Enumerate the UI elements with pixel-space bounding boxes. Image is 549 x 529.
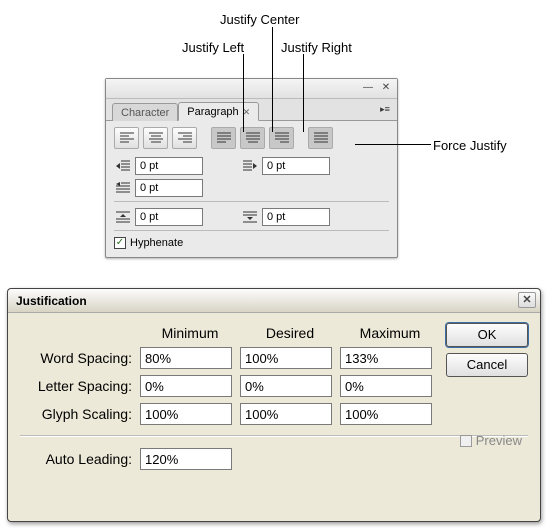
dialog-buttons: OK Cancel [446,323,528,377]
indent-row-2 [114,179,389,197]
divider [114,230,389,231]
tab-character[interactable]: Character [112,103,178,121]
space-after-icon [241,209,259,225]
justification-dialog: Justification ✕ OK Cancel Preview Minimu… [7,288,541,522]
panel-titlebar[interactable]: — ✕ [106,79,397,99]
space-row [114,208,389,226]
ok-button[interactable]: OK [446,323,528,347]
auto-leading-input[interactable] [140,448,232,470]
glyph-min-input[interactable] [140,403,232,425]
dialog-titlebar[interactable]: Justification ✕ [8,289,540,313]
paragraph-panel: — ✕ Character Paragraph✕ ▸≡ [105,78,398,258]
glyph-scaling-label: Glyph Scaling: [20,406,140,422]
align-right-button[interactable] [172,127,197,149]
letter-desired-input[interactable] [240,375,332,397]
minimize-icon[interactable]: — [361,82,375,94]
col-desired: Desired [240,325,340,341]
word-desired-input[interactable] [240,347,332,369]
dialog-divider [20,435,528,436]
glyph-desired-input[interactable] [240,403,332,425]
hyphenate-label: Hyphenate [130,237,183,249]
glyph-max-input[interactable] [340,403,432,425]
align-center-button[interactable] [143,127,168,149]
letter-spacing-label: Letter Spacing: [20,378,140,394]
hyphenate-row: ✓ Hyphenate [114,237,389,249]
col-max: Maximum [340,325,440,341]
dialog-body: OK Cancel Preview Minimum Desired Maximu… [8,313,540,488]
tab-paragraph[interactable]: Paragraph✕ [178,102,259,121]
callout-force-justify: Force Justify [433,138,507,153]
tab-paragraph-label: Paragraph [187,106,238,118]
auto-leading-label: Auto Leading: [20,451,140,467]
letter-min-input[interactable] [140,375,232,397]
glyph-scaling-row: Glyph Scaling: [20,403,528,425]
word-min-input[interactable] [140,347,232,369]
indent-right-input[interactable] [262,157,330,175]
tab-row: Character Paragraph✕ ▸≡ [106,99,397,121]
divider [114,201,389,202]
letter-spacing-row: Letter Spacing: [20,375,528,397]
dialog-close-button[interactable]: ✕ [518,292,536,308]
align-left-button[interactable] [114,127,139,149]
space-before-icon [114,209,132,225]
cancel-button[interactable]: Cancel [446,353,528,377]
callout-line [303,54,304,132]
preview-row: Preview [460,433,522,448]
auto-leading-row: Auto Leading: [20,448,528,470]
alignment-row [114,127,389,149]
preview-checkbox[interactable] [460,435,472,447]
word-spacing-label: Word Spacing: [20,350,140,366]
space-after-input[interactable] [262,208,330,226]
indent-right-icon [241,158,259,174]
indent-left-input[interactable] [135,157,203,175]
first-line-indent-input[interactable] [135,179,203,197]
letter-max-input[interactable] [340,375,432,397]
justify-left-button[interactable] [211,127,236,149]
first-line-indent-icon [114,180,132,196]
panel-body: ✓ Hyphenate [106,121,397,257]
callout-line [243,54,244,132]
callout-line [355,144,431,145]
dialog-title: Justification [16,294,87,308]
callout-justify-center: Justify Center [220,12,299,27]
callout-justify-right: Justify Right [281,40,352,55]
col-min: Minimum [140,325,240,341]
space-before-input[interactable] [135,208,203,226]
indent-row-1 [114,157,389,175]
preview-label: Preview [476,433,522,448]
close-icon[interactable]: ✕ [379,82,393,94]
indent-left-icon [114,158,132,174]
callout-line [272,27,273,132]
hyphenate-checkbox[interactable]: ✓ [114,237,126,249]
word-max-input[interactable] [340,347,432,369]
force-justify-button[interactable] [308,127,333,149]
panel-menu-button[interactable]: ▸≡ [377,102,393,116]
callout-justify-left: Justify Left [182,40,244,55]
